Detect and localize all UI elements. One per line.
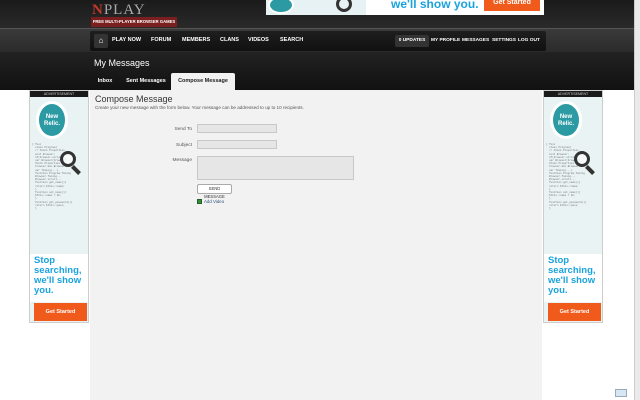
tab-inbox[interactable]: Inbox — [91, 73, 119, 90]
home-icon[interactable]: ⌂ — [94, 34, 108, 48]
add-video-label: Add Video — [204, 199, 225, 204]
subject-label: Subject — [176, 143, 192, 148]
nav-forum[interactable]: FORUM — [151, 37, 171, 43]
nav-members[interactable]: MEMBERS — [182, 37, 210, 43]
tab-sent-messages[interactable]: Sent Messages — [122, 73, 170, 90]
ad-label: ADVERTISEMENT — [30, 91, 88, 97]
logo-text: PLAY — [103, 2, 146, 18]
message-textarea[interactable] — [197, 156, 354, 180]
left-side-ad[interactable]: ADVERTISEMENT New Relic. { func class Pr… — [29, 90, 89, 323]
subject-input[interactable] — [197, 140, 277, 149]
ad-label: ADVERTISEMENT — [544, 91, 602, 97]
right-side-ad[interactable]: ADVERTISEMENT New Relic. { func class Pr… — [543, 90, 603, 323]
ad-get-started-button[interactable]: Get Started — [548, 303, 601, 321]
page-scrollbar[interactable] — [634, 0, 640, 400]
nav-videos[interactable]: VIDEOS — [248, 37, 269, 43]
compose-description: Create your new message with the form be… — [95, 105, 304, 110]
logo-letter: N — [92, 2, 104, 18]
nav-my-profile[interactable]: MY PROFILE — [431, 38, 460, 43]
send-message-button[interactable]: SEND MESSAGE — [197, 184, 232, 199]
tab-compose-message[interactable]: Compose Message — [171, 73, 235, 90]
nav-settings[interactable]: SETTINGS — [492, 38, 516, 43]
nav-messages[interactable]: MESSAGES — [462, 38, 489, 43]
status-tray-icon — [615, 389, 627, 397]
send-to-label: Send To — [174, 127, 192, 132]
video-icon — [197, 199, 202, 205]
ad-graphic — [266, 0, 366, 15]
main-navbar: ⌂ PLAY NOW FORUM MEMBERS CLANS VIDEOS SE… — [0, 28, 640, 52]
compose-heading: Compose Message — [95, 94, 173, 104]
nav-search[interactable]: SEARCH — [280, 37, 303, 43]
ad-headline: we'll show you. — [391, 0, 479, 11]
magnifier-icon — [336, 0, 352, 12]
nav-clans[interactable]: CLANS — [220, 37, 239, 43]
ad-pitch: Stop searching, we'll show you. — [34, 255, 82, 296]
message-label: Message — [172, 158, 192, 163]
updates-badge[interactable]: 0 UPDATES — [395, 35, 429, 47]
ad-get-started-button[interactable]: Get Started — [484, 0, 540, 11]
ad-pitch: Stop searching, we'll show you. — [548, 255, 596, 296]
send-to-input[interactable] — [197, 124, 277, 133]
new-relic-logo-icon: New Relic. — [550, 101, 582, 139]
new-relic-logo-icon: New Relic. — [36, 101, 68, 139]
main-content — [90, 90, 542, 400]
page-title: My Messages — [94, 58, 150, 68]
top-banner-ad[interactable]: we'll show you. Get Started — [266, 0, 544, 15]
new-relic-logo-icon — [268, 0, 294, 14]
nav-play-now[interactable]: PLAY NOW — [112, 37, 141, 43]
nav-container: ⌂ PLAY NOW FORUM MEMBERS CLANS VIDEOS SE… — [90, 31, 546, 51]
add-video-link[interactable]: Add Video — [197, 199, 225, 205]
nav-log-out[interactable]: LOG OUT — [518, 38, 540, 43]
site-tagline: FREE MULTI-PLAYER BROWSER GAMES — [91, 17, 177, 27]
site-header: NPLAY FREE MULTI-PLAYER BROWSER GAMES we… — [0, 0, 640, 28]
ad-get-started-button[interactable]: Get Started — [34, 303, 87, 321]
